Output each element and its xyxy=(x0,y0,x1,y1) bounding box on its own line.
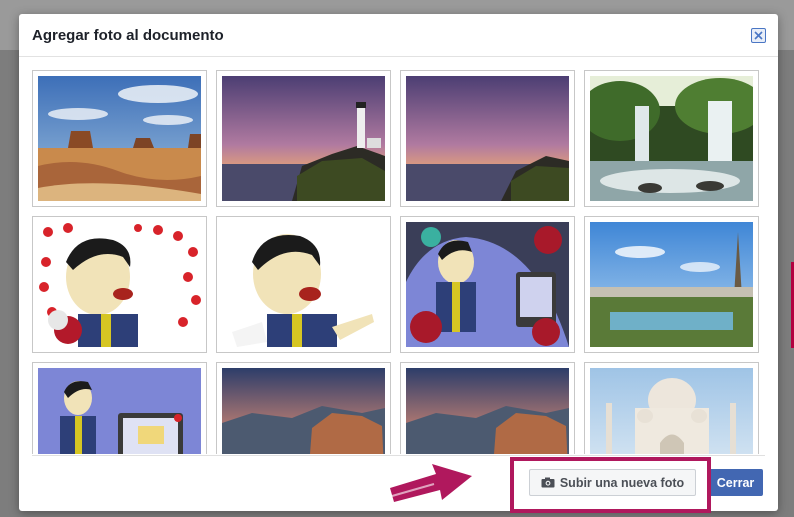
dialog-header: Agregar foto al documento xyxy=(19,14,778,57)
photo-thumb-taj-mahal[interactable] xyxy=(584,362,759,454)
photo-thumb-cartoon-screen[interactable] xyxy=(32,362,207,454)
photo-thumb-waterfalls[interactable] xyxy=(584,70,759,207)
close-icon xyxy=(754,31,763,40)
photo-thumb-desert[interactable] xyxy=(32,70,207,207)
highlight-annotation xyxy=(510,457,711,513)
dialog-title: Agregar foto al documento xyxy=(32,27,224,44)
photo-thumb-cartoon-presenter[interactable] xyxy=(216,216,391,353)
cerrar-button-label: Cerrar xyxy=(716,475,755,490)
photo-grid xyxy=(32,70,762,454)
photo-thumb-canyon-2[interactable] xyxy=(400,362,575,454)
arrow-icon xyxy=(390,464,472,502)
photo-thumb-eiffel[interactable] xyxy=(584,216,759,353)
close-button[interactable] xyxy=(751,28,766,43)
photo-thumb-lighthouse[interactable] xyxy=(216,70,391,207)
photo-thumb-coast[interactable] xyxy=(400,70,575,207)
photo-thumb-cartoon-flowers[interactable] xyxy=(400,216,575,353)
footer-divider xyxy=(32,455,765,456)
photo-thumb-canyon[interactable] xyxy=(216,362,391,454)
photo-thumb-cartoon-hearts[interactable] xyxy=(32,216,207,353)
add-photo-dialog: Agregar foto al documento xyxy=(19,14,778,511)
cerrar-button[interactable]: Cerrar xyxy=(708,469,763,496)
